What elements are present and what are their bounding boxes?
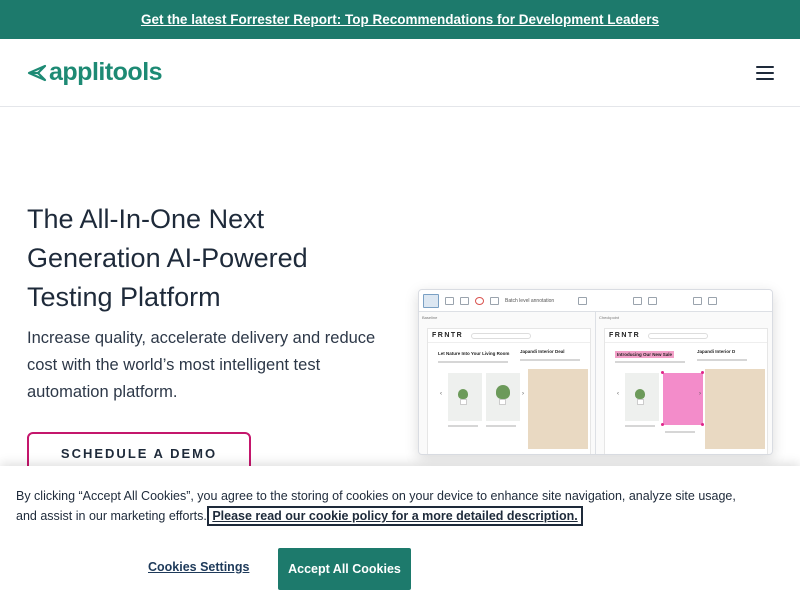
shop-headline-2: Japandi Interior D — [697, 349, 736, 354]
cookie-text: By clicking “Accept All Cookies”, you ag… — [16, 486, 736, 526]
product-screenshot: Batch level annotation Baseline FRNTR Le… — [418, 289, 773, 455]
logo-mark-icon — [27, 64, 47, 81]
forrester-report-link[interactable]: Get the latest Forrester Report: Top Rec… — [141, 12, 659, 27]
thumbs-down-icon — [693, 296, 703, 305]
accept-all-cookies-button[interactable]: Accept All Cookies — [278, 548, 411, 590]
view-icon — [423, 293, 439, 308]
region-icon — [578, 296, 588, 305]
applitools-logo[interactable]: applitools — [27, 58, 163, 87]
checkpoint-pane: Checkpoint FRNTR Introducing Our New Sal… — [596, 312, 772, 454]
screenshot-toolbar: Batch level annotation — [419, 290, 772, 312]
site-header: applitools — [0, 39, 800, 107]
shop-search — [471, 332, 532, 339]
shop-headline-2: Japandi Interior Deal — [520, 349, 565, 354]
shop-headline-changed: Introducing Our New Sale — [615, 351, 675, 358]
hamburger-menu-icon[interactable] — [756, 65, 774, 80]
cookies-settings-button[interactable]: Cookies Settings — [148, 560, 249, 574]
shop-preview: FRNTR Let Nature Into Your Living Room J… — [427, 328, 591, 454]
pane-header: Baseline — [422, 315, 438, 320]
cookie-policy-link[interactable]: Please read our cookie policy for a more… — [207, 506, 583, 526]
announcement-banner: Get the latest Forrester Report: Top Rec… — [0, 0, 800, 39]
diff-highlight — [663, 373, 703, 425]
thumbs-up-icon — [708, 296, 718, 305]
comment-icon — [633, 296, 643, 305]
hero-subtitle: Increase quality, accelerate delivery an… — [27, 329, 376, 401]
baseline-pane: Baseline FRNTR Let Nature Into Your Livi… — [419, 312, 596, 454]
shop-preview: FRNTR Introducing Our New Sale Japandi I… — [604, 328, 768, 454]
pointer-icon — [490, 296, 499, 305]
cookie-consent-banner: By clicking “Accept All Cookies”, you ag… — [0, 466, 800, 600]
pane-header: Checkpoint — [599, 315, 620, 320]
hero-title: The All-In-One Next Generation AI-Powere… — [27, 204, 308, 312]
window-icon — [445, 296, 454, 305]
shop-headline: Let Nature Into Your Living Room — [438, 351, 510, 356]
shop-logo: FRNTR — [609, 332, 641, 339]
shop-search — [648, 332, 709, 339]
print-icon — [648, 296, 658, 305]
record-icon — [475, 296, 484, 305]
toolbar-label: Batch level annotation — [505, 297, 555, 304]
window-icon — [460, 296, 469, 305]
shop-logo: FRNTR — [432, 332, 464, 339]
logo-text: applitools — [49, 58, 163, 86]
